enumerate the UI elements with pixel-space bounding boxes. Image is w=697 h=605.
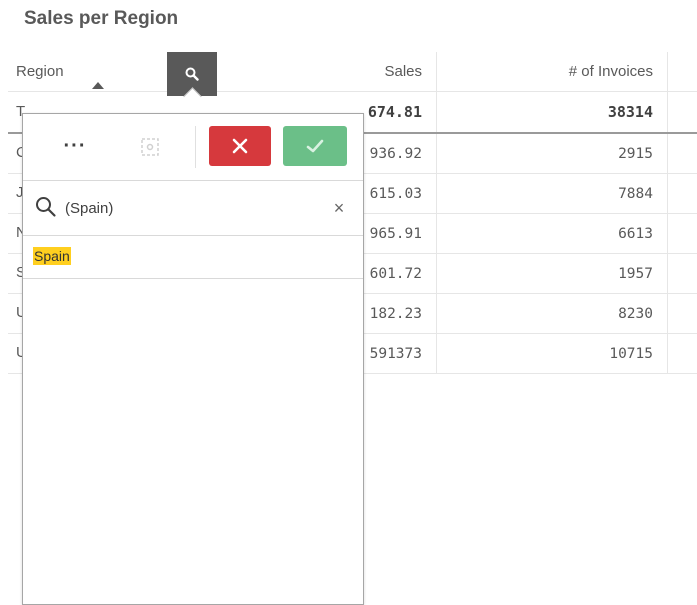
close-icon — [232, 138, 248, 154]
selection-icon — [141, 138, 159, 156]
toolbar-divider — [195, 126, 196, 168]
search-icon — [185, 67, 199, 81]
selection-toolbar: ··· — [23, 114, 363, 181]
invoices-cell: 1957 — [437, 254, 668, 293]
invoices-cell: 7884 — [437, 174, 668, 213]
invoices-cell: 6613 — [437, 214, 668, 253]
selection-tool-button[interactable] — [134, 132, 166, 162]
listbox-search-input[interactable] — [65, 195, 315, 221]
listbox-search-bar: × — [23, 181, 363, 236]
invoices-cell: 10715 — [437, 334, 668, 373]
check-icon — [306, 139, 324, 153]
cancel-selection-button[interactable] — [209, 126, 271, 166]
header-sales[interactable]: Sales — [218, 52, 437, 91]
invoices-cell: 8230 — [437, 294, 668, 333]
search-icon — [36, 197, 56, 217]
sort-ascending-icon[interactable] — [92, 82, 104, 89]
invoices-cell: 2915 — [437, 134, 668, 173]
confirm-selection-button[interactable] — [283, 126, 347, 166]
column-search-button[interactable] — [167, 52, 217, 96]
listbox-popover: ··· × Spain — [22, 113, 364, 605]
list-item-label: Spain — [33, 247, 71, 265]
list-item[interactable]: Spain — [23, 236, 363, 279]
page-title: Sales per Region — [24, 8, 179, 29]
clear-search-button[interactable]: × — [329, 198, 349, 218]
header-invoices[interactable]: # of Invoices — [437, 52, 668, 91]
table-header-row: Region Sales # of Invoices — [8, 52, 697, 96]
more-options-button[interactable]: ··· — [47, 128, 103, 164]
total-invoices: 38314 — [437, 92, 668, 132]
